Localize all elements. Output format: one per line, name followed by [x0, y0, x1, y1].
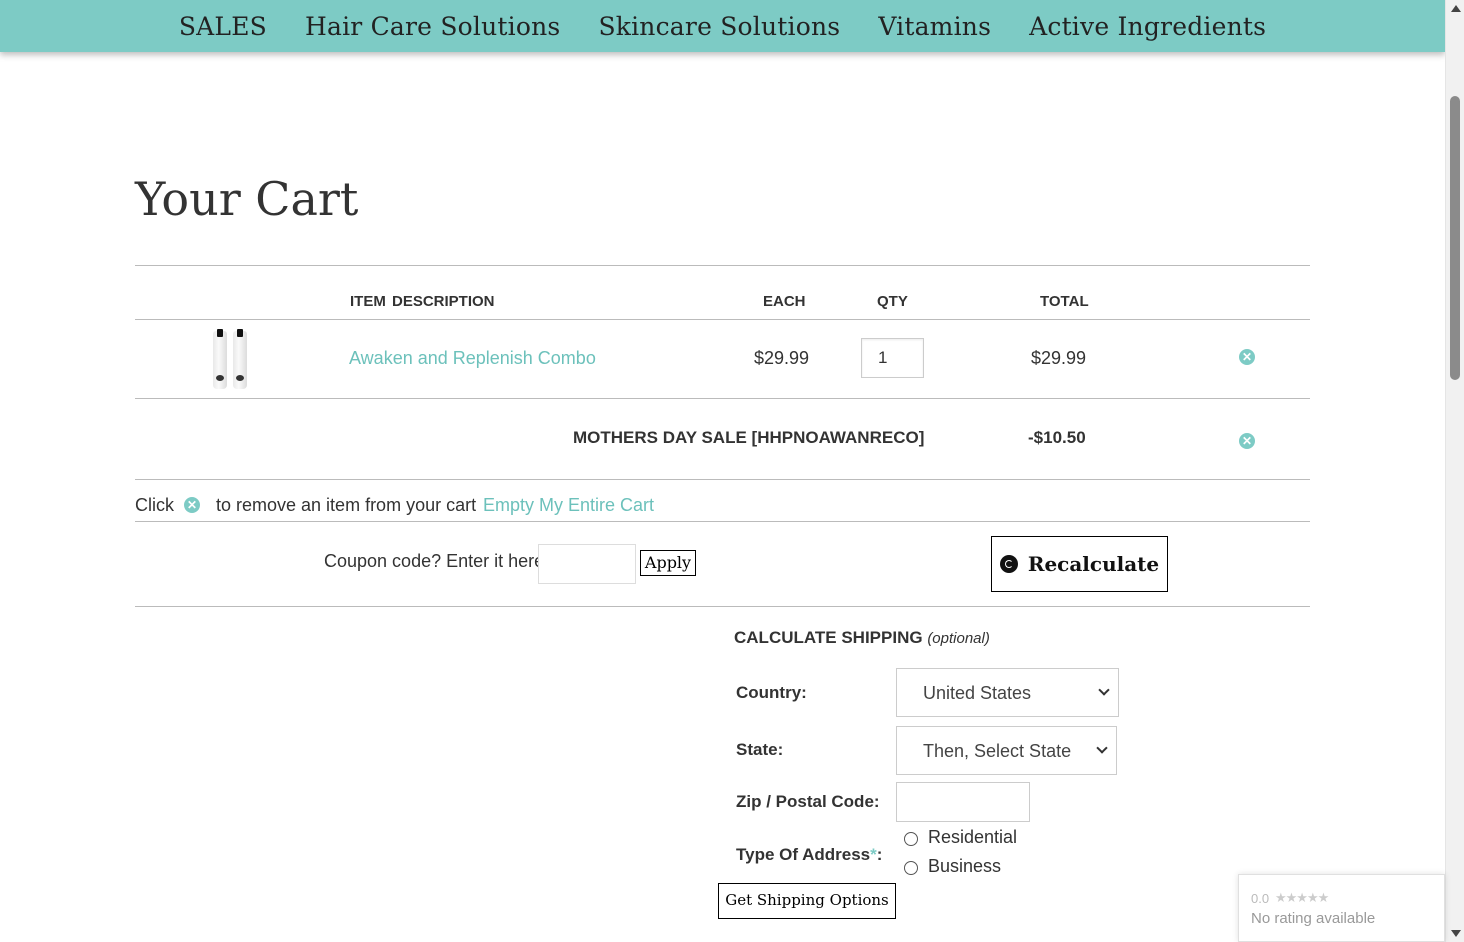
remove-item-icon[interactable]: ✕ [1239, 349, 1255, 365]
page-title: Your Cart [135, 172, 359, 226]
rating-text: No rating available [1251, 910, 1376, 927]
divider [135, 265, 1310, 266]
country-select[interactable]: United States [896, 668, 1119, 717]
header-total: TOTAL [1040, 293, 1089, 310]
divider [135, 606, 1310, 607]
remove-hint-prefix: Click [135, 495, 174, 515]
nav-item-sales[interactable]: SALES [179, 12, 267, 41]
state-label: State: [736, 740, 784, 759]
residential-label[interactable]: Residential [928, 827, 1017, 848]
discount-label: MOTHERS DAY SALE [HHPNOAWANRECO] [573, 428, 925, 447]
country-label: Country: [736, 683, 807, 702]
zip-label: Zip / Postal Code: [736, 792, 880, 811]
empty-cart-link[interactable]: Empty My Entire Cart [483, 495, 654, 516]
recalculate-button[interactable]: Recalculate [991, 536, 1168, 592]
divider [135, 479, 1310, 480]
header-qty: QTY [877, 293, 908, 310]
nav-item-hair-care[interactable]: Hair Care Solutions [305, 12, 560, 41]
discount-amount: -$10.50 [1028, 428, 1086, 447]
nav-item-skincare[interactable]: Skincare Solutions [598, 12, 840, 41]
zip-input[interactable] [896, 782, 1030, 822]
chevron-down-icon [1096, 742, 1108, 754]
product-thumbnail[interactable] [211, 327, 253, 389]
header-each: EACH [763, 293, 806, 310]
scroll-up-arrow-icon[interactable] [1451, 5, 1461, 12]
coupon-label: Coupon code? Enter it here: [324, 551, 550, 571]
bottle-image [213, 329, 227, 389]
get-shipping-options-button[interactable]: Get Shipping Options [718, 883, 896, 919]
chevron-down-icon [1098, 684, 1110, 696]
address-type-label: Type Of Address*: [736, 845, 882, 865]
product-link[interactable]: Awaken and Replenish Combo [349, 348, 596, 369]
star-rating-icon: ★★★★★ [1275, 890, 1329, 905]
divider [135, 521, 1310, 522]
remove-hint-suffix: to remove an item from your cart [216, 495, 477, 515]
divider [135, 319, 1310, 320]
country-select-value: United States [923, 683, 1032, 703]
state-select[interactable]: Then, Select State [896, 726, 1117, 775]
bottle-image [233, 329, 247, 389]
item-each-price: $29.99 [754, 348, 810, 368]
apply-coupon-button[interactable]: Apply [640, 550, 696, 576]
business-label[interactable]: Business [928, 856, 1001, 877]
state-select-value: Then, Select State [923, 741, 1072, 761]
item-total-price: $29.99 [1031, 348, 1087, 368]
coupon-input[interactable] [538, 544, 636, 584]
rating-widget[interactable]: 0.0 ★★★★★ No rating available [1238, 874, 1445, 942]
shipping-heading-note: (optional) [927, 630, 990, 647]
business-radio[interactable] [904, 861, 918, 875]
page-scrollbar[interactable] [1445, 0, 1464, 942]
remove-example-icon: ✕ [184, 497, 200, 513]
scrollbar-thumb[interactable] [1450, 96, 1460, 380]
quantity-input[interactable]: 1 [861, 338, 924, 378]
address-type-text: Type Of Address [736, 845, 871, 864]
nav-item-active-ingredients[interactable]: Active Ingredients [1029, 12, 1266, 41]
residential-radio[interactable] [904, 832, 918, 846]
remove-discount-icon[interactable]: ✕ [1239, 433, 1255, 449]
shipping-heading-text: CALCULATE SHIPPING [734, 628, 923, 647]
nav-item-vitamins[interactable]: Vitamins [878, 12, 991, 41]
required-marker: * [870, 845, 877, 864]
refresh-icon [999, 555, 1018, 573]
header-item-description: ITEM DESCRIPTION [350, 293, 495, 310]
address-type-colon: : [876, 845, 883, 864]
rating-score: 0.0 [1251, 891, 1270, 906]
divider [135, 398, 1310, 399]
recalculate-label: Recalculate [1027, 552, 1160, 576]
shipping-heading: CALCULATE SHIPPING (optional) [734, 628, 990, 648]
top-navigation: SALES Hair Care Solutions Skincare Solut… [0, 0, 1445, 52]
scroll-down-arrow-icon[interactable] [1451, 930, 1461, 937]
